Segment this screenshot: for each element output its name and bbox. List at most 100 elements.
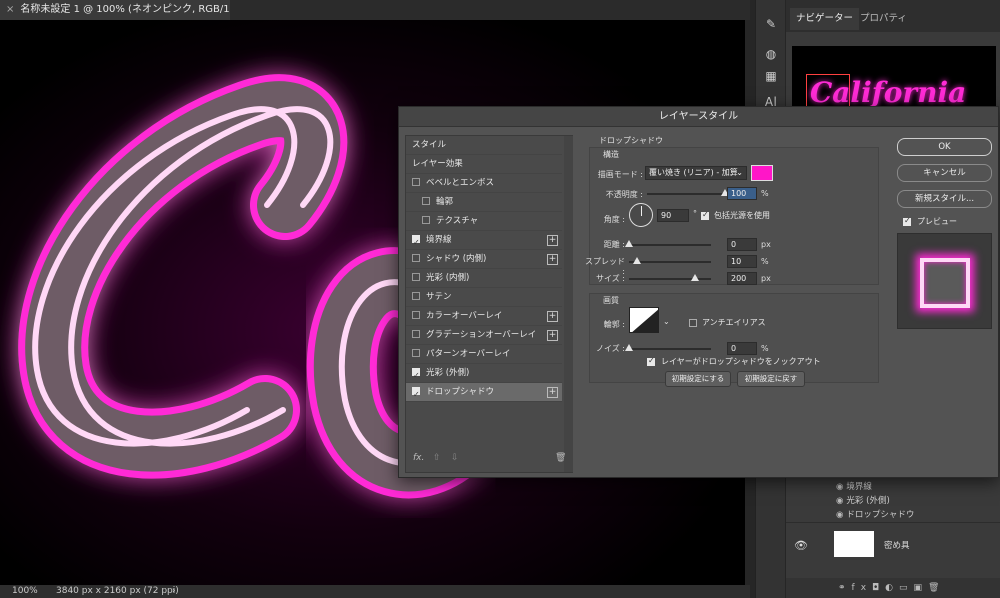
tab-strip: [230, 0, 750, 20]
layers-footer-icons[interactable]: ⚭fx◘◐▭▣🗑: [786, 578, 1000, 598]
contour-picker[interactable]: [629, 307, 659, 333]
opacity-input[interactable]: 100: [727, 187, 757, 200]
noise-input[interactable]: 0: [727, 342, 757, 355]
style-item[interactable]: 輪郭: [406, 193, 562, 212]
layer-row[interactable]: 👁 密め具: [786, 522, 1000, 572]
style-checkbox[interactable]: [412, 311, 420, 319]
preview-checkbox[interactable]: [903, 216, 911, 226]
style-checkbox[interactable]: [422, 197, 430, 205]
style-item[interactable]: レイヤー効果: [406, 155, 562, 174]
antialias-checkbox[interactable]: [689, 319, 697, 327]
cancel-button[interactable]: キャンセル: [897, 164, 992, 182]
ok-button[interactable]: OK: [897, 138, 992, 156]
size-slider-thumb[interactable]: [690, 274, 699, 281]
make-default-button[interactable]: 初期設定にする: [665, 371, 731, 387]
style-checkbox[interactable]: [412, 178, 420, 186]
tab-properties[interactable]: プロパティ: [854, 8, 913, 30]
style-item[interactable]: サテン: [406, 288, 562, 307]
distance-slider[interactable]: [629, 244, 711, 246]
add-effect-icon[interactable]: +: [547, 387, 558, 398]
opacity-label: 不透明度 :: [605, 190, 643, 199]
structure-title: 構造: [603, 150, 619, 159]
style-checkbox[interactable]: [412, 385, 420, 404]
style-item-label: テクスチャ: [436, 216, 479, 226]
style-checkbox[interactable]: [412, 273, 420, 281]
style-checkbox[interactable]: [412, 233, 420, 252]
add-effect-icon[interactable]: +: [547, 254, 558, 265]
move-up-icon[interactable]: ⇧: [433, 453, 441, 463]
style-item[interactable]: 境界線 +: [406, 231, 562, 252]
angle-dial[interactable]: [629, 203, 653, 227]
trash-icon[interactable]: 🗑: [555, 453, 566, 463]
add-effect-icon[interactable]: +: [547, 235, 558, 246]
reset-default-button[interactable]: 初期設定に戻す: [737, 371, 805, 387]
knockout-checkbox[interactable]: [647, 356, 655, 366]
style-item[interactable]: 光彩 (内側): [406, 269, 562, 288]
angle-input[interactable]: 90: [657, 209, 689, 222]
style-item[interactable]: パターンオーバーレイ: [406, 345, 562, 364]
style-list: スタイルレイヤー効果ベベルとエンボス輪郭テクスチャ境界線 + シャドウ (内側) + 光…: [405, 135, 573, 473]
add-effect-icon[interactable]: +: [547, 330, 558, 341]
global-light-checkbox[interactable]: [701, 210, 709, 220]
palette-icon[interactable]: ◍: [762, 46, 780, 62]
panel-tabs: ナビゲーター プロパティ: [786, 0, 1000, 32]
visibility-eye-icon[interactable]: 👁: [794, 539, 808, 552]
style-item[interactable]: 光彩 (外側): [406, 364, 562, 385]
move-down-icon[interactable]: ⇩: [451, 453, 459, 463]
spread-input[interactable]: 10: [727, 255, 757, 268]
style-checkbox[interactable]: [412, 292, 420, 300]
spread-unit: %: [761, 257, 769, 266]
noise-slider[interactable]: [629, 348, 711, 350]
status-arrow-icon[interactable]: ›: [172, 585, 176, 598]
style-checkbox[interactable]: [412, 254, 420, 262]
style-item[interactable]: ドロップシャドウ +: [406, 383, 562, 404]
add-effect-icon[interactable]: +: [547, 311, 558, 322]
style-item[interactable]: テクスチャ: [406, 212, 562, 231]
style-item[interactable]: スタイル: [406, 136, 562, 155]
shadow-color-swatch[interactable]: [751, 165, 773, 181]
layer-style-dialog: レイヤースタイル スタイルレイヤー効果ベベルとエンボス輪郭テクスチャ境界線+シャ…: [398, 106, 999, 478]
close-tab-icon[interactable]: ×: [6, 4, 14, 15]
style-checkbox[interactable]: [412, 330, 420, 338]
style-item-label: シャドウ (内側): [426, 254, 487, 264]
eye-icon[interactable]: ◉: [836, 510, 843, 520]
document-tab-title: 名称未設定 1 @ 100% (ネオンピンク, RGB/16#) *: [20, 4, 230, 15]
new-style-button[interactable]: 新規スタイル...: [897, 190, 992, 208]
distance-slider-thumb[interactable]: [625, 240, 633, 247]
contour-label: 輪郭 :: [603, 320, 625, 329]
size-label: サイズ :: [596, 274, 625, 283]
style-item-label: 光彩 (外側): [426, 368, 470, 378]
brush-settings-icon[interactable]: ✎: [762, 16, 780, 32]
distance-label: 距離 :: [603, 240, 625, 249]
blend-mode-select[interactable]: 覆い焼き (リニア) - 加算 ⌄: [645, 166, 747, 180]
spread-slider-thumb[interactable]: [633, 257, 642, 264]
eye-icon[interactable]: ◉: [836, 496, 843, 506]
spread-slider[interactable]: [629, 261, 711, 263]
opacity-slider[interactable]: [647, 193, 725, 195]
noise-unit: %: [761, 344, 769, 353]
size-slider[interactable]: [629, 278, 711, 280]
grid-icon[interactable]: ▦: [762, 68, 780, 84]
tab-navigator[interactable]: ナビゲーター: [790, 8, 860, 30]
style-item-label: カラーオーバーレイ: [426, 311, 503, 321]
style-checkbox[interactable]: [412, 366, 420, 385]
size-input[interactable]: 200: [727, 272, 757, 285]
antialias-label: アンチエイリアス: [702, 318, 766, 327]
style-checkbox[interactable]: [422, 216, 430, 224]
style-item[interactable]: ベベルとエンボス: [406, 174, 562, 193]
style-item[interactable]: シャドウ (内側) +: [406, 250, 562, 269]
document-tab[interactable]: × 名称未設定 1 @ 100% (ネオンピンク, RGB/16#) *: [0, 0, 230, 20]
style-list-scrollbar[interactable]: [564, 136, 573, 472]
style-item[interactable]: グラデーションオーバーレイ +: [406, 326, 562, 345]
distance-input[interactable]: 0: [727, 238, 757, 251]
eye-icon[interactable]: ◉: [836, 482, 843, 492]
zoom-level[interactable]: 100%: [12, 585, 38, 598]
noise-slider-thumb[interactable]: [625, 344, 633, 351]
style-item-label: 境界線: [426, 235, 452, 245]
style-item[interactable]: カラーオーバーレイ +: [406, 307, 562, 326]
blend-mode-label: 描画モード :: [597, 170, 643, 179]
knockout-label: レイヤーがドロップシャドウをノックアウト: [661, 357, 821, 366]
fx-icon[interactable]: fx.: [413, 453, 424, 463]
style-checkbox[interactable]: [412, 349, 420, 357]
contour-chevron-icon[interactable]: ⌄: [663, 317, 670, 326]
